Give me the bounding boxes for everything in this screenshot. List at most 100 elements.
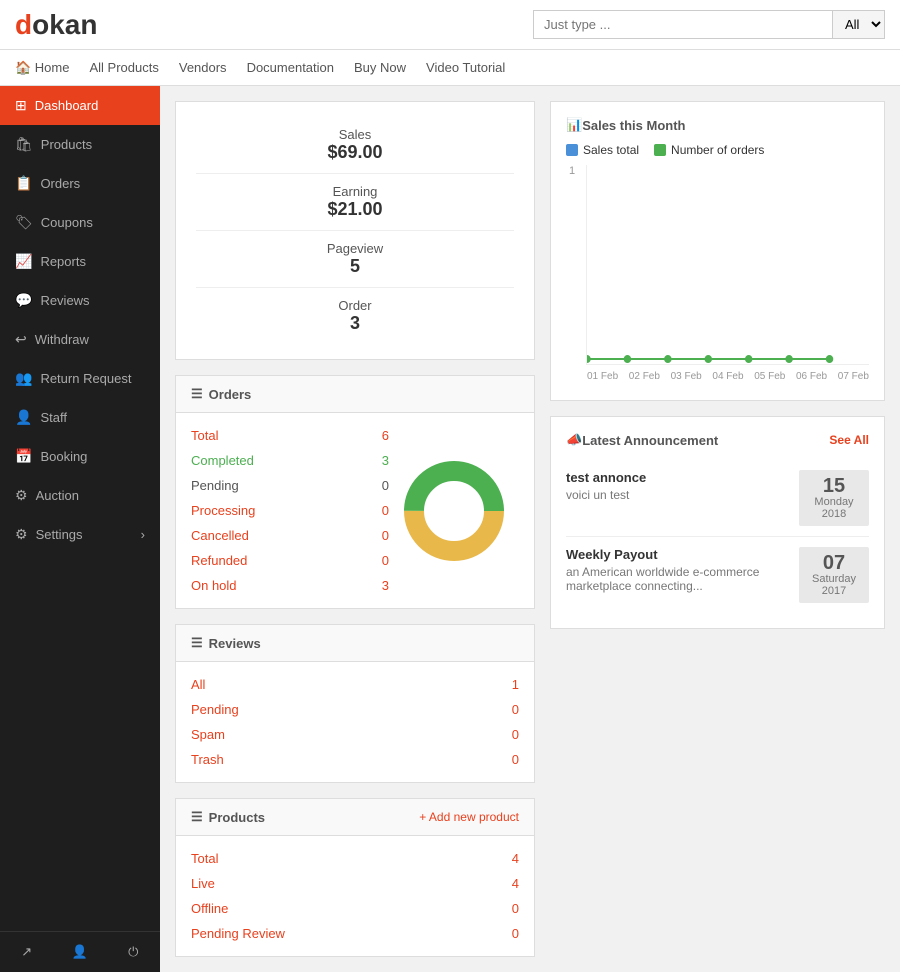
user-profile-button[interactable]: 👤: [53, 932, 106, 972]
see-all-link[interactable]: See All: [829, 433, 869, 447]
ann-year-2: 2017: [809, 585, 859, 597]
nav-buy-now[interactable]: Buy Now: [354, 60, 406, 75]
orders-pending-value: 0: [382, 478, 389, 493]
sales-chart-card: 📊 Sales this Month Sales total Number of…: [550, 101, 885, 401]
reviews-trash-label[interactable]: Trash: [191, 752, 224, 767]
layout: ⊞ Dashboard 🛍 Products 📋 Orders 🏷 Coupon…: [0, 86, 900, 972]
search-type-select[interactable]: All: [833, 10, 885, 39]
stat-earning: Earning $21.00: [196, 174, 514, 231]
sidebar-item-staff[interactable]: 👤 Staff: [0, 398, 160, 437]
sales-label: Sales: [196, 127, 514, 142]
legend-orders: Number of orders: [654, 143, 764, 157]
legend-orders-label: Number of orders: [671, 143, 764, 157]
return-icon: 👥: [15, 370, 32, 387]
logout-button[interactable]: ⏻: [107, 932, 160, 972]
sidebar-item-withdraw[interactable]: ↩ Withdraw: [0, 320, 160, 359]
withdraw-icon: ↩: [15, 331, 27, 348]
stat-sales: Sales $69.00: [196, 117, 514, 174]
sidebar: ⊞ Dashboard 🛍 Products 📋 Orders 🏷 Coupon…: [0, 86, 160, 972]
external-link-icon: ↗: [21, 944, 32, 960]
ann-year-1: 2018: [809, 508, 859, 520]
orders-cancelled-label[interactable]: Cancelled: [191, 528, 249, 543]
orders-list: Total 6 Completed 3 Pending 0 Processi: [191, 423, 389, 598]
sidebar-item-coupons[interactable]: 🏷 Coupons: [0, 203, 160, 242]
main-content: Sales $69.00 Earning $21.00 Pageview 5 O…: [160, 86, 900, 972]
ann-date-1: 15 Monday 2018: [799, 470, 869, 526]
announcement-icon: 📣: [566, 432, 582, 448]
auction-icon: ⚙: [15, 487, 28, 504]
pageview-value: 5: [196, 256, 514, 277]
order-value: 3: [196, 313, 514, 334]
external-link-button[interactable]: ↗: [0, 932, 53, 972]
sidebar-label-dashboard: Dashboard: [35, 98, 99, 113]
chart-icon: 📊: [566, 117, 582, 133]
x-label-4: 04 Feb: [712, 371, 743, 382]
legend-sales-dot: [566, 144, 578, 156]
reviews-row-spam: Spam 0: [191, 722, 519, 747]
ann-desc-2: an American worldwide e-commerce marketp…: [566, 565, 799, 593]
x-label-2: 02 Feb: [629, 371, 660, 382]
reviews-section-header: ☰ Reviews: [176, 625, 534, 662]
sidebar-item-auction[interactable]: ⚙ Auction: [0, 476, 160, 515]
orders-row-total: Total 6: [191, 423, 389, 448]
reviews-pending-value: 0: [512, 702, 519, 717]
orders-completed-value: 3: [382, 453, 389, 468]
power-icon: ⏻: [128, 944, 138, 960]
reports-icon: 📈: [15, 253, 32, 270]
y-axis-label: 1: [569, 165, 575, 177]
products-row-total: Total 4: [191, 846, 519, 871]
reviews-pending-label[interactable]: Pending: [191, 702, 239, 717]
reviews-section-title: Reviews: [209, 636, 261, 651]
orders-refunded-value: 0: [382, 553, 389, 568]
orders-row-processing: Processing 0: [191, 498, 389, 523]
products-offline-label[interactable]: Offline: [191, 901, 228, 916]
sidebar-label-withdraw: Withdraw: [35, 332, 89, 347]
nav-bar: 🏠 Home All Products Vendors Documentatio…: [0, 50, 900, 86]
orders-onhold-label[interactable]: On hold: [191, 578, 237, 593]
nav-home[interactable]: 🏠 Home: [15, 60, 69, 76]
products-total-label[interactable]: Total: [191, 851, 218, 866]
sidebar-item-reviews[interactable]: 💬 Reviews: [0, 281, 160, 320]
add-product-link[interactable]: + Add new product: [419, 810, 519, 824]
orders-refunded-label[interactable]: Refunded: [191, 553, 247, 568]
products-total-value: 4: [512, 851, 519, 866]
reviews-trash-value: 0: [512, 752, 519, 767]
orders-completed-label[interactable]: Completed: [191, 453, 254, 468]
sidebar-actions: ↗ 👤 ⏻: [0, 931, 160, 972]
products-live-label[interactable]: Live: [191, 876, 215, 891]
products-section: ☰ Products + Add new product Total 4 Liv…: [175, 798, 535, 957]
sidebar-item-settings[interactable]: ⚙ Settings ›: [0, 515, 160, 554]
sidebar-item-reports[interactable]: 📈 Reports: [0, 242, 160, 281]
sidebar-item-dashboard[interactable]: ⊞ Dashboard: [0, 86, 160, 125]
x-label-7: 07 Feb: [838, 371, 869, 382]
legend-sales-label: Sales total: [583, 143, 639, 157]
search-input[interactable]: [533, 10, 833, 39]
sidebar-item-orders[interactable]: 📋 Orders: [0, 164, 160, 203]
chart-legend: Sales total Number of orders: [566, 143, 869, 157]
sales-chart-title: 📊 Sales this Month: [566, 117, 869, 133]
orders-processing-label[interactable]: Processing: [191, 503, 255, 518]
nav-documentation[interactable]: Documentation: [247, 60, 334, 75]
orders-row-completed: Completed 3: [191, 448, 389, 473]
chart-svg: [587, 165, 869, 364]
reviews-spam-label[interactable]: Spam: [191, 727, 225, 742]
nav-video-tutorial[interactable]: Video Tutorial: [426, 60, 505, 75]
orders-total-label[interactable]: Total: [191, 428, 218, 443]
nav-all-products[interactable]: All Products: [89, 60, 158, 75]
nav-vendors[interactable]: Vendors: [179, 60, 227, 75]
search-bar: All: [533, 10, 885, 39]
sidebar-label-staff: Staff: [40, 410, 67, 425]
sidebar-item-products[interactable]: 🛍 Products: [0, 125, 160, 164]
ann-desc-1: voici un test: [566, 488, 646, 502]
products-live-value: 4: [512, 876, 519, 891]
products-icon: 🛍: [15, 136, 33, 153]
sidebar-item-return-request[interactable]: 👥 Return Request: [0, 359, 160, 398]
reviews-all-label[interactable]: All: [191, 677, 205, 692]
ann-text-2: Weekly Payout an American worldwide e-co…: [566, 547, 799, 603]
reviews-row-all: All 1: [191, 672, 519, 697]
orders-pending-label: Pending: [191, 478, 239, 493]
orders-section-icon: ☰: [191, 386, 203, 402]
products-pending-review-label[interactable]: Pending Review: [191, 926, 285, 941]
ann-date-2: 07 Saturday 2017: [799, 547, 869, 603]
sidebar-item-booking[interactable]: 📅 Booking: [0, 437, 160, 476]
